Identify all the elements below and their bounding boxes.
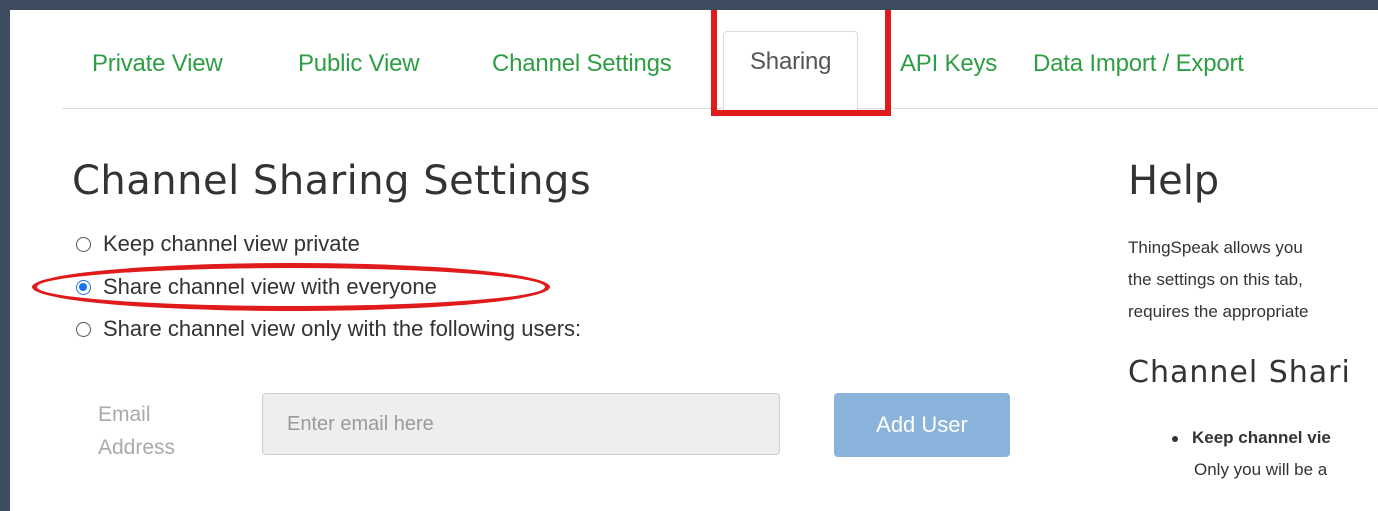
option-keep-private-label: Keep channel view private	[103, 231, 360, 256]
help-title: Help	[1128, 158, 1220, 204]
option-share-users[interactable]: Share channel view only with the followi…	[76, 313, 581, 345]
tab-channel-settings[interactable]: Channel Settings	[492, 20, 672, 108]
help-line: requires the appropriate	[1128, 302, 1309, 321]
help-list: Keep channel vie Only you will be a	[1172, 428, 1331, 479]
sharing-tab-highlight-annotation	[711, 10, 891, 116]
tab-data-import-export[interactable]: Data Import / Export	[1033, 20, 1244, 108]
help-line: the settings on this tab,	[1128, 270, 1303, 289]
bullet-icon	[1172, 435, 1178, 442]
option-share-users-label: Share channel view only with the followi…	[103, 316, 582, 341]
sharing-settings-title: Channel Sharing Settings	[72, 158, 592, 204]
main-panel: Private View Public View Channel Setting…	[10, 10, 1378, 511]
email-address-label: Email Address	[98, 403, 176, 459]
help-subtitle: Channel Shari	[1128, 355, 1351, 390]
add-user-button[interactable]: Add User	[834, 393, 1010, 457]
tab-private-view[interactable]: Private View	[92, 20, 223, 108]
help-text: ThingSpeak allows you the settings on th…	[1128, 232, 1378, 328]
tab-api-keys[interactable]: API Keys	[900, 20, 997, 108]
help-item-title: Keep channel vie	[1192, 428, 1331, 447]
help-line: ThingSpeak allows you	[1128, 238, 1303, 257]
help-item-desc: Only you will be a	[1194, 460, 1328, 479]
email-input[interactable]	[262, 393, 780, 455]
option-keep-private[interactable]: Keep channel view private	[76, 228, 360, 260]
radio-share-users[interactable]	[76, 321, 91, 337]
tab-public-view[interactable]: Public View	[298, 20, 420, 108]
share-everyone-highlight-annotation	[32, 263, 550, 311]
radio-keep-private[interactable]	[76, 236, 91, 252]
